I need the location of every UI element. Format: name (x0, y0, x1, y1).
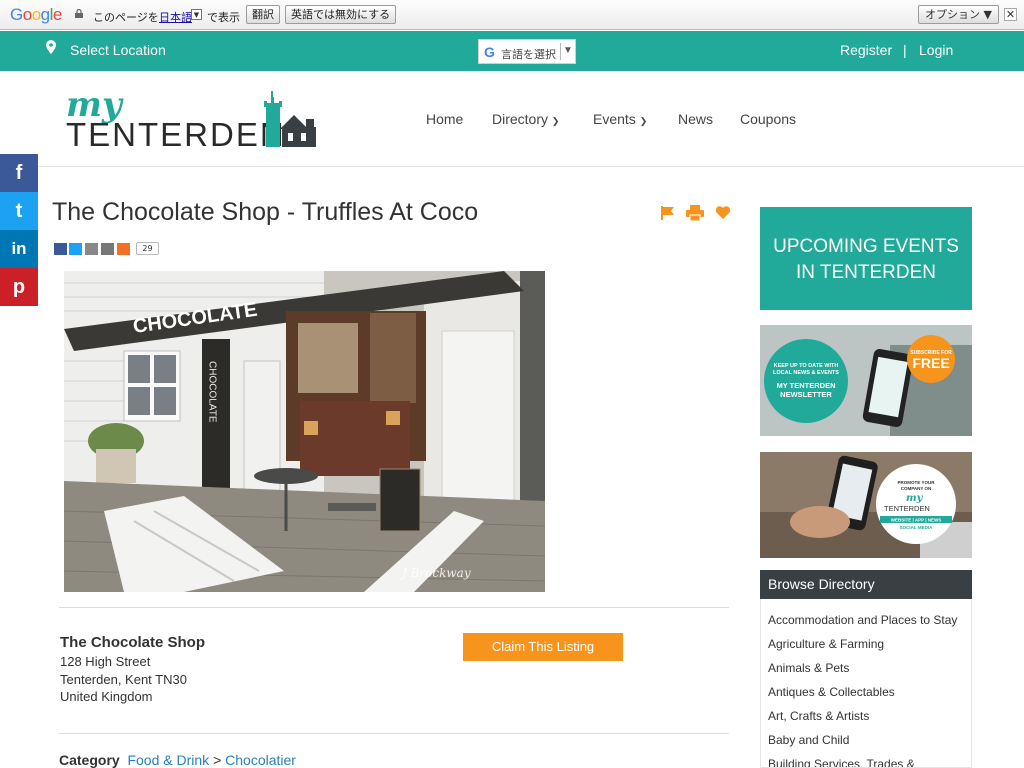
category-label: Category (59, 752, 120, 768)
category-link-food-drink[interactable]: Food & Drink (127, 752, 209, 768)
browse-item[interactable]: Agriculture & Farming (768, 637, 884, 651)
newsletter-line-3: MY TENTERDEN (776, 381, 835, 390)
linkedin-share-icon[interactable]: in (0, 230, 38, 268)
share-facebook-icon[interactable] (54, 243, 67, 255)
newsletter-line-1: KEEP UP TO DATE WITH (774, 363, 839, 369)
promote-logo-town: TENTERDEN (884, 504, 930, 513)
upcoming-events-banner[interactable]: UPCOMING EVENTS IN TENTERDEN (760, 207, 972, 310)
divider (59, 607, 729, 608)
site-logo[interactable]: my TENTERDEN (66, 85, 320, 153)
translate-bar: Google このページを 日本語 ▼ で表示 翻訳 英語では無効にする オプシ… (0, 0, 1024, 30)
promote-line-3: WEBSITE | APP | NEWS (891, 518, 942, 523)
top-bar: Select Location G 言語を選択 ▼ Register | Log… (0, 31, 1024, 71)
language-select[interactable]: G 言語を選択 ▼ (478, 39, 576, 64)
hanging-sign-text: CHOCOLATE (207, 361, 218, 423)
events-banner-line-2: IN TENTERDEN (795, 262, 937, 283)
events-banner-line-1: UPCOMING EVENTS (773, 236, 959, 257)
chevron-down-icon: ❯ (551, 116, 560, 126)
share-count-badge: 29 (136, 242, 159, 255)
nav-events[interactable]: Events ❯ (593, 111, 647, 127)
browse-item[interactable]: Accommodation and Places to Stay (768, 613, 957, 627)
nav-events-label: Events (593, 111, 636, 127)
twitter-share-icon[interactable]: t (0, 192, 38, 230)
logo-town-text: TENTERDEN (66, 116, 286, 153)
church-logo-icon (264, 91, 316, 147)
divider (59, 733, 729, 734)
promote-banner[interactable]: PROMOTE YOUR COMPANY ON my TENTERDEN WEB… (760, 452, 972, 558)
translate-suffix: で表示 (207, 11, 240, 24)
browse-item[interactable]: Building Services, Trades & (768, 757, 915, 767)
address-line-3: United Kingdom (60, 689, 153, 704)
nav-directory-label: Directory (492, 111, 549, 127)
language-dropdown-icon[interactable]: ▼ (191, 9, 202, 20)
category-breadcrumb: Category Food & Drink > Chocolatier (59, 752, 296, 768)
translate-options-button[interactable]: オプション ▼ (918, 5, 999, 24)
listing-title: The Chocolate Shop - Truffles At Coco (52, 198, 479, 226)
chevron-down-icon: ❯ (639, 116, 648, 126)
translate-button[interactable]: 翻訳 (246, 5, 280, 24)
share-more-icon[interactable] (117, 243, 130, 255)
nav-coupons[interactable]: Coupons (740, 111, 796, 127)
address-line-1: 128 High Street (60, 654, 151, 669)
promote-line-4: SOCIAL MEDIA (900, 525, 933, 530)
language-select-divider (560, 43, 561, 60)
browse-item[interactable]: Baby and Child (768, 733, 849, 747)
print-icon[interactable] (686, 205, 704, 221)
google-g-icon: G (484, 44, 495, 60)
share-twitter-icon[interactable] (69, 243, 82, 255)
never-translate-button[interactable]: 英語では無効にする (285, 5, 397, 24)
photo-credit-watermark: J Brockway (399, 566, 471, 580)
nav-news[interactable]: News (678, 111, 713, 127)
report-flag-icon[interactable] (660, 205, 676, 221)
newsletter-banner[interactable]: KEEP UP TO DATE WITH LOCAL NEWS & EVENTS… (760, 325, 972, 436)
browse-directory-heading: Browse Directory (760, 570, 972, 599)
promote-line-2: COMPANY ON (901, 486, 932, 491)
business-name: The Chocolate Shop (60, 634, 206, 651)
facebook-share-icon[interactable]: f (0, 154, 38, 192)
address-line-2: Tenterden, Kent TN30 (60, 672, 187, 687)
nav-directory[interactable]: Directory ❯ (492, 111, 559, 127)
promote-logo-my: my (906, 493, 924, 504)
translate-language-link[interactable]: 日本語 (159, 9, 192, 25)
listing-photo[interactable]: CHOCOLATE CHOCOLATE J Brockway (64, 271, 545, 592)
browse-item[interactable]: Antiques & Collectables (768, 685, 895, 699)
lock-icon (75, 9, 83, 18)
dropdown-arrow-icon: ▼ (563, 45, 573, 56)
claim-listing-button[interactable]: Claim This Listing (463, 633, 623, 661)
select-location-link[interactable]: Select Location (70, 42, 166, 58)
translate-prefix: このページを (93, 11, 159, 24)
browse-item[interactable]: Animals & Pets (768, 661, 849, 675)
newsletter-line-4: NEWSLETTER (780, 390, 832, 399)
location-pin-icon (46, 40, 56, 54)
favorite-heart-icon[interactable] (715, 205, 731, 221)
language-select-label: 言語を選択 (501, 49, 556, 61)
category-link-chocolatier[interactable]: Chocolatier (225, 752, 296, 768)
nav-home[interactable]: Home (426, 111, 463, 127)
browse-item[interactable]: Art, Crafts & Artists (768, 709, 869, 723)
browse-directory-list: Accommodation and Places to Stay Agricul… (760, 599, 972, 768)
google-logo: Google (10, 5, 62, 24)
site-header: my TENTERDEN Home Directory ❯ Events ❯ N… (0, 71, 1024, 167)
top-separator: | (903, 42, 907, 58)
translate-close-icon[interactable]: ✕ (1004, 8, 1017, 21)
login-link[interactable]: Login (919, 42, 953, 58)
newsletter-line-2: LOCAL NEWS & EVENTS (773, 370, 839, 376)
newsletter-badge-free: FREE (912, 355, 949, 371)
promote-line-1: PROMOTE YOUR (898, 480, 936, 485)
share-print-icon[interactable] (85, 243, 98, 255)
register-link[interactable]: Register (840, 42, 892, 58)
category-separator: > (213, 752, 222, 768)
pinterest-share-icon[interactable]: p (0, 268, 38, 306)
share-email-icon[interactable] (101, 243, 114, 255)
